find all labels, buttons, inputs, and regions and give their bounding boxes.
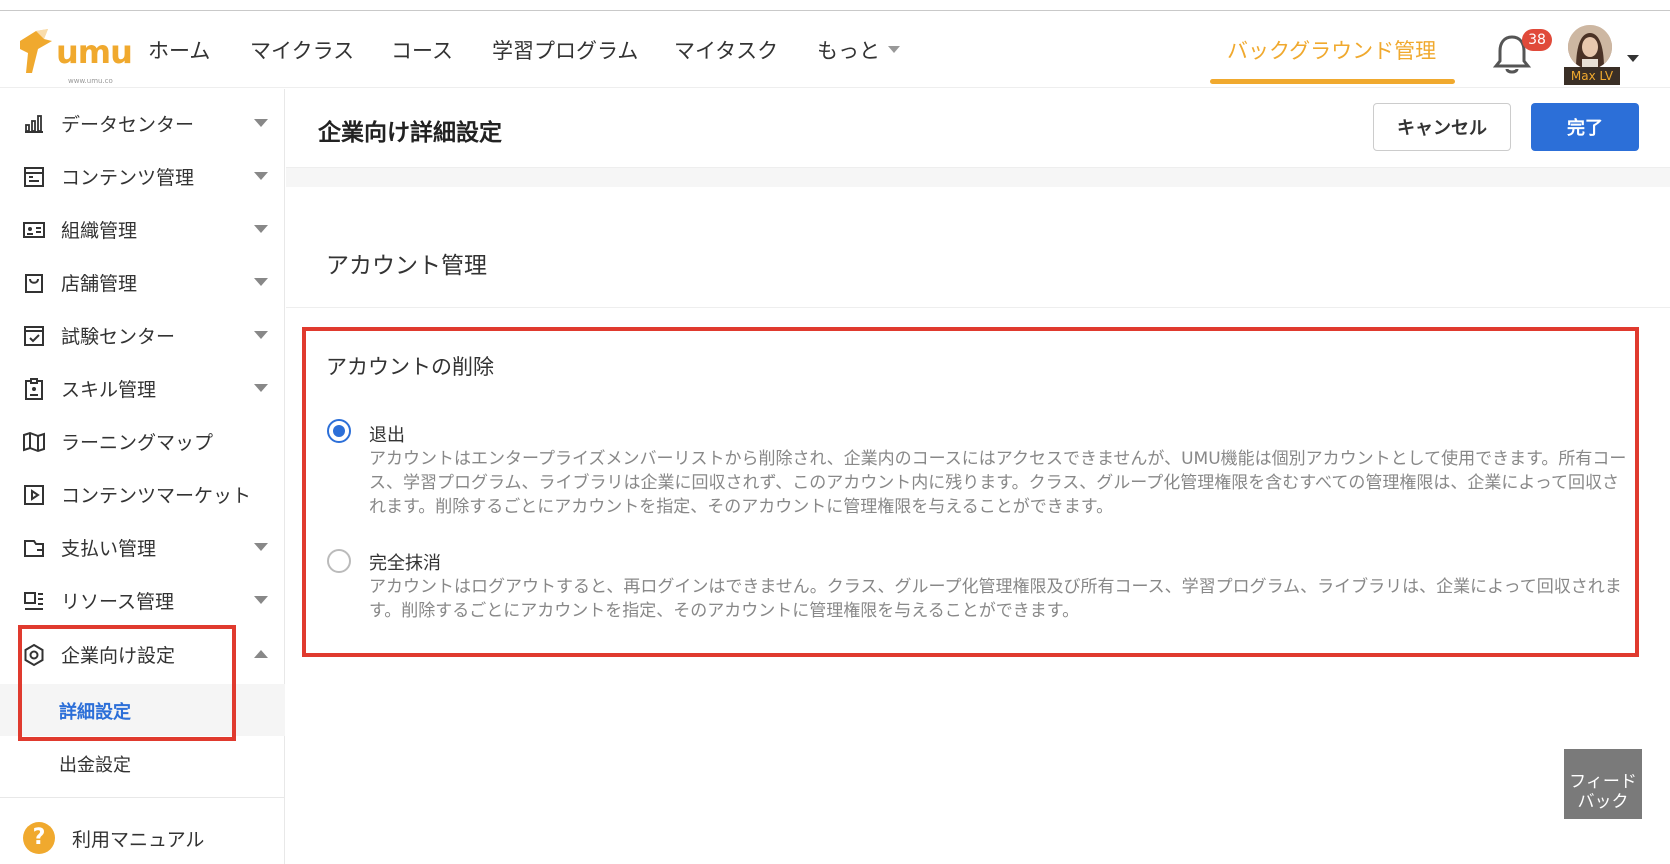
done-button[interactable]: 完了 [1531, 103, 1639, 151]
sidebar-item-label: 組織管理 [61, 220, 138, 242]
umu-logo[interactable]: umu www.umu.co [18, 27, 133, 85]
option-erase-description: アカウントはログアウトすると、再ログインはできません。クラス、グループ化管理権限… [369, 577, 1622, 621]
account-deletion-title: アカウントの削除 [326, 355, 494, 379]
user-menu-caret-icon[interactable] [1627, 55, 1639, 62]
sidebar-item-label: ラーニングマップ [61, 432, 214, 454]
cancel-button[interactable]: キャンセル [1373, 103, 1511, 151]
chevron-down-icon [254, 384, 268, 392]
sidebar-item-content[interactable]: コンテンツ管理 [0, 151, 285, 201]
checkbox-icon [24, 326, 44, 346]
sidebar-item-resource[interactable]: リソース管理 [0, 575, 285, 625]
section-separator [286, 167, 1670, 187]
sidebar: データセンター コンテンツ管理 組織管理 店舗管理 試験センター スキル管理 ラ… [0, 89, 285, 864]
sidebar-item-label: 支払い管理 [61, 538, 157, 560]
radio-erase[interactable] [327, 549, 351, 573]
active-nav-underline [1210, 79, 1455, 84]
main-content: 企業向け詳細設定 キャンセル 完了 アカウント管理 アカウントの削除 退出 アカ… [286, 89, 1670, 864]
section-title: アカウント管理 [326, 253, 487, 279]
section-divider [286, 307, 1670, 308]
nav-more-label: もっと [817, 39, 880, 63]
sidebar-item-label: データセンター [61, 114, 195, 136]
sidebar-item-data-center[interactable]: データセンター [0, 98, 285, 148]
sidebar-item-store[interactable]: 店舗管理 [0, 257, 285, 307]
sidebar-item-skill[interactable]: スキル管理 [0, 363, 285, 413]
chevron-down-icon [254, 596, 268, 604]
caret-down-icon [888, 46, 900, 53]
sidebar-item-label: コンテンツマーケット [61, 485, 252, 507]
nav-course[interactable]: コース [391, 35, 453, 65]
clipboard-icon [25, 378, 43, 400]
sidebar-item-label: 試験センター [61, 326, 176, 348]
sidebar-item-label: コンテンツ管理 [61, 167, 195, 189]
nav-home[interactable]: ホーム [148, 35, 210, 65]
window-top-border [0, 0, 1670, 11]
sidebar-divider [0, 797, 285, 798]
nav-my-task[interactable]: マイタスク [674, 35, 778, 65]
option-leave-label[interactable]: 退出 [369, 421, 405, 447]
sidebar-item-content-market[interactable]: コンテンツマーケット [0, 469, 285, 519]
play-icon [24, 485, 44, 505]
radio-leave[interactable] [327, 419, 351, 443]
chevron-down-icon [254, 331, 268, 339]
nav-my-class[interactable]: マイクラス [250, 35, 354, 65]
sidebar-item-label: リソース管理 [61, 591, 175, 613]
list-icon [24, 592, 43, 610]
feedback-button[interactable]: フィード バック [1564, 749, 1642, 819]
chevron-down-icon [254, 278, 268, 286]
logo-url: www.umu.co [68, 77, 113, 85]
avatar[interactable] [1568, 25, 1612, 69]
option-erase-label[interactable]: 完全抹消 [369, 549, 441, 575]
chevron-down-icon [254, 119, 268, 127]
id-card-icon [23, 222, 45, 238]
option-leave-description: アカウントはエンタープライズメンバーリストから削除され、企業内のコースにはアクセ… [369, 449, 1627, 517]
logo-mark-icon [20, 29, 52, 73]
chevron-down-icon [254, 543, 268, 551]
content-icon [24, 167, 44, 187]
sidebar-item-organization[interactable]: 組織管理 [0, 204, 285, 254]
notification-badge: 38 [1522, 29, 1552, 51]
wallet-icon [24, 540, 44, 557]
chevron-down-icon [254, 172, 268, 180]
sidebar-subitem-withdrawal-settings[interactable]: 出金設定 [0, 737, 285, 789]
sidebar-item-payment[interactable]: 支払い管理 [0, 522, 285, 572]
avatar-face-icon [1568, 25, 1612, 69]
page-title: 企業向け詳細設定 [318, 120, 502, 146]
sidebar-item-learning-map[interactable]: ラーニングマップ [0, 416, 285, 466]
user-name-tag: Max LV [1564, 67, 1620, 85]
help-manual-link[interactable]: 利用マニュアル [72, 825, 204, 852]
chart-icon [25, 115, 43, 133]
chevron-down-icon [254, 225, 268, 233]
top-header: umu www.umu.co ホーム マイクラス コース 学習プログラム マイタ… [0, 11, 1670, 88]
highlight-box-sidebar [18, 625, 236, 741]
nav-admin[interactable]: バックグラウンド管理 [1227, 35, 1436, 65]
shopping-bag-icon [25, 274, 43, 293]
nav-program[interactable]: 学習プログラム [492, 35, 638, 65]
help-icon[interactable]: ? [23, 822, 55, 854]
nav-more[interactable]: もっと [817, 35, 900, 65]
sidebar-item-exam[interactable]: 試験センター [0, 310, 285, 360]
sidebar-subitem-label: 出金設定 [59, 755, 131, 776]
sidebar-item-label: スキル管理 [61, 379, 157, 401]
logo-wordmark: umu [56, 33, 133, 71]
chevron-up-icon [254, 650, 268, 658]
sidebar-item-label: 店舗管理 [61, 273, 138, 295]
map-icon [23, 431, 45, 453]
